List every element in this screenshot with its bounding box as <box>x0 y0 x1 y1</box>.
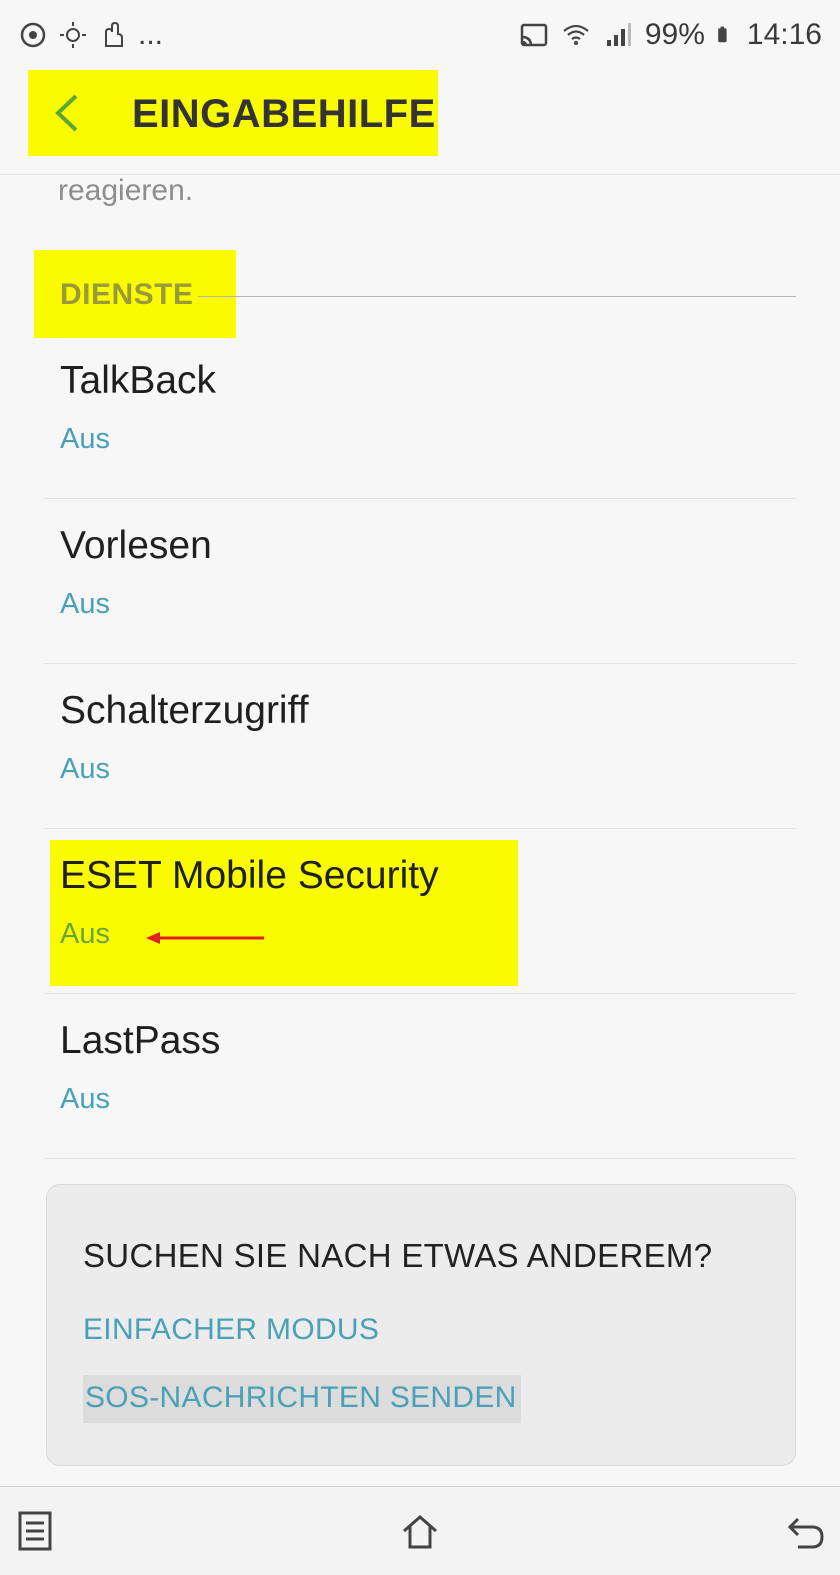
list-item-eset-mobile-security[interactable]: ESET Mobile Security Aus <box>44 828 796 994</box>
page-title: EINGABEHILFE <box>132 92 436 136</box>
section-divider <box>198 296 796 297</box>
item-status: Aus <box>60 588 110 620</box>
battery-icon <box>718 26 727 43</box>
cast-icon <box>520 23 548 47</box>
list-item-talkback[interactable]: TalkBack Aus <box>44 333 796 499</box>
navigation-bar <box>0 1486 840 1575</box>
item-status: Aus <box>60 918 110 950</box>
app-bar: EINGABEHILFE <box>0 70 840 175</box>
title-highlight: EINGABEHILFE <box>28 70 438 156</box>
home-icon[interactable] <box>398 1509 442 1553</box>
item-status: Aus <box>60 1083 110 1115</box>
item-title: TalkBack <box>60 359 217 402</box>
truncated-description: reagieren. <box>58 174 194 207</box>
item-status: Aus <box>60 753 110 785</box>
sync-icon <box>20 22 46 48</box>
clock: 14:16 <box>746 18 822 51</box>
card-title: SUCHEN SIE NACH ETWAS ANDEREM? <box>83 1237 713 1274</box>
status-bar: ... 99% 14:16 <box>0 0 840 70</box>
more-notifications-indicator: ... <box>138 18 164 51</box>
item-title: LastPass <box>60 1019 221 1062</box>
link-sos-nachrichten-senden[interactable]: SOS-NACHRICHTEN SENDEN <box>83 1375 521 1423</box>
brightness-icon <box>60 22 86 48</box>
list-item-lastpass[interactable]: LastPass Aus <box>44 993 796 1159</box>
section-header-dienste: DIENSTE <box>34 250 796 338</box>
suggestions-card: SUCHEN SIE NACH ETWAS ANDEREM? EINFACHER… <box>46 1184 796 1466</box>
wifi-icon <box>563 24 589 45</box>
item-title: ESET Mobile Security <box>60 854 439 897</box>
chevron-left-icon[interactable] <box>46 88 90 138</box>
section-label: DIENSTE <box>60 278 194 311</box>
back-icon[interactable] <box>784 1509 828 1553</box>
item-status: Aus <box>60 423 110 455</box>
list-item-schalterzugriff[interactable]: Schalterzugriff Aus <box>44 663 796 829</box>
touch-icon <box>105 21 123 47</box>
status-right-icons: 99% 14:16 <box>519 18 822 52</box>
item-title: Schalterzugriff <box>60 689 309 732</box>
recent-apps-icon[interactable] <box>14 1509 58 1553</box>
link-einfacher-modus[interactable]: EINFACHER MODUS <box>83 1313 379 1347</box>
battery-percentage: 99% <box>644 18 705 51</box>
annotation-arrow-icon <box>146 932 264 944</box>
signal-icon <box>606 23 631 46</box>
list-item-vorlesen[interactable]: Vorlesen Aus <box>44 498 796 664</box>
status-left-icons: ... <box>18 18 163 52</box>
item-title: Vorlesen <box>60 524 212 567</box>
